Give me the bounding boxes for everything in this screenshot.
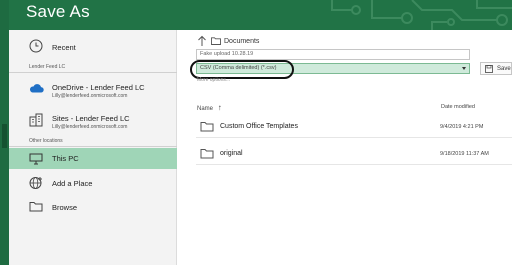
sidebar-item-label: Add a Place — [52, 179, 93, 188]
save-button-label: Save — [497, 65, 511, 72]
folder-icon — [200, 122, 214, 132]
sidebar-item-label: Sites - Lender Feed LC — [52, 114, 130, 123]
sidebar-item-this-pc[interactable]: This PC — [9, 148, 177, 169]
chevron-down-icon — [462, 67, 466, 70]
sidebar-item-recent[interactable]: Recent — [9, 35, 177, 59]
folder-icon — [211, 37, 221, 45]
save-button[interactable]: Save — [480, 62, 512, 75]
column-header-date[interactable]: Date modified — [441, 104, 475, 110]
back-tab-marker[interactable] — [2, 124, 7, 148]
file-name: original — [220, 150, 243, 157]
page-title: Save As — [26, 2, 90, 21]
sidebar-item-label: Browse — [52, 203, 78, 212]
more-options-link[interactable]: More options... — [197, 77, 230, 83]
up-arrow-icon[interactable] — [197, 35, 207, 47]
computer-icon — [29, 153, 43, 165]
file-date: 9/18/2019 11:37 AM — [440, 151, 489, 157]
account-email: Lilly@lenderfeed.onmicrosoft.com — [52, 93, 128, 99]
list-item[interactable]: original 9/18/2019 11:37 AM — [196, 143, 512, 165]
sidebar-item-sites[interactable]: Sites - Lender Feed LC Lilly@lenderfeed.… — [9, 108, 177, 134]
folder-icon — [200, 149, 214, 159]
app-side-strip — [0, 0, 9, 265]
sidebar-item-add-place[interactable]: Add a Place — [9, 172, 177, 194]
clock-icon — [29, 39, 43, 53]
file-date: 9/4/2019 4:21 PM — [440, 124, 484, 130]
sidebar-item-label: OneDrive - Lender Feed LC — [52, 83, 145, 92]
sidebar-item-browse[interactable]: Browse — [9, 196, 177, 218]
sidebar-item-label: Recent — [52, 43, 76, 52]
breadcrumb: Documents — [197, 34, 259, 48]
breadcrumb-folder[interactable]: Documents — [224, 38, 259, 45]
floppy-disk-icon — [485, 64, 493, 73]
list-item[interactable]: Custom Office Templates 9/4/2019 4:21 PM — [196, 116, 512, 138]
circuit-decoration-icon — [331, 0, 512, 30]
sidebar-item-label: This PC — [52, 154, 79, 163]
column-header-label: Name — [197, 106, 214, 112]
cloud-icon — [29, 83, 44, 93]
sort-arrow-icon: ↑ — [217, 103, 222, 112]
title-bar: Save As — [9, 0, 512, 30]
section-label-other: Other locations — [9, 138, 177, 147]
file-name: Custom Office Templates — [220, 123, 298, 130]
account-email: Lilly@lenderfeed.onmicrosoft.com — [52, 124, 128, 130]
filename-input[interactable]: Fake upload 10.28.19 — [196, 49, 470, 60]
buildings-icon — [29, 113, 43, 127]
section-label-org: Lender Feed LC — [9, 64, 177, 73]
globe-plus-icon — [29, 176, 44, 190]
sidebar-item-onedrive[interactable]: OneDrive - Lender Feed LC Lilly@lenderfe… — [9, 77, 177, 103]
sidebar: Recent Lender Feed LC OneDrive - Lender … — [9, 30, 177, 265]
column-header-name[interactable]: Name ↑ — [197, 103, 222, 112]
folder-icon — [29, 201, 43, 212]
